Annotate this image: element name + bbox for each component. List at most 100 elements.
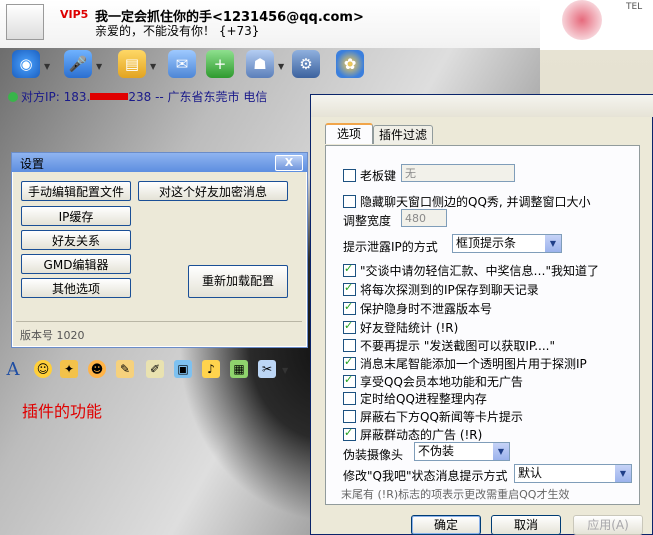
contact-card-icon[interactable]: ☗ — [246, 50, 274, 78]
option-row[interactable]: 将每次探测到的IP保存到聊天记录 — [343, 281, 539, 298]
chevron-down-icon[interactable]: ▼ — [96, 62, 102, 71]
chevron-down-icon[interactable]: ▼ — [278, 62, 284, 71]
scribble-icon[interactable]: ✎ — [116, 360, 134, 378]
restart-note: 末尾有 (!R)标志的项表示更改需重启QQ才生效 — [341, 488, 570, 501]
reload-config-button[interactable]: 重新加载配置 — [188, 265, 288, 298]
boss-key-field[interactable]: 无 — [401, 164, 515, 182]
chat-title-bar: VIP5 我一定会抓住你的手<1231456@qq.com> 亲爱的，不能没有你… — [0, 0, 540, 48]
plugin-window-header — [311, 95, 653, 117]
option-label: 好友登陆统计 (!R) — [360, 321, 459, 335]
option-row[interactable]: 定时给QQ进程整理内存 — [343, 390, 487, 407]
option-row[interactable]: 保护隐身时不泄露版本号 — [343, 300, 492, 317]
hide-qqshow-checkbox[interactable]: 隐藏聊天窗口侧边的QQ秀, 并调整窗口大小 — [343, 193, 591, 210]
chevron-down-icon[interactable]: ▼ — [493, 443, 509, 460]
encrypt-message-button[interactable]: 对这个好友加密消息 — [138, 181, 288, 201]
checkbox[interactable] — [343, 392, 356, 405]
font-icon[interactable]: A — [4, 359, 22, 380]
magic-emoticon-icon[interactable]: ✦ — [60, 360, 78, 378]
boss-key-checkbox[interactable]: 老板键 — [343, 167, 396, 184]
boss-key-label: 老板键 — [360, 169, 397, 183]
ip-leak-select[interactable]: 框顶提示条 ▼ — [452, 234, 562, 253]
close-icon[interactable]: X — [275, 155, 303, 171]
chevron-down-icon[interactable]: ▼ — [44, 62, 50, 71]
option-label: 保护隐身时不泄露版本号 — [360, 302, 493, 316]
apply-button[interactable]: 应用(A) — [573, 515, 643, 535]
ip-cache-button[interactable]: IP缓存 — [21, 206, 131, 226]
plugin-function-label: 插件的功能 — [22, 402, 103, 421]
settings-title-bar: 设置 X — [12, 153, 307, 172]
option-row[interactable]: 消息末尾智能添加一个透明图片用于探测IP — [343, 355, 587, 372]
option-label: 享受QQ会员本地功能和无广告 — [360, 375, 523, 389]
chevron-down-icon[interactable]: ▼ — [615, 465, 631, 482]
cancel-button[interactable]: 取消 — [491, 515, 561, 535]
gmd-editor-button[interactable]: GMD编辑器 — [21, 254, 131, 274]
checkbox[interactable] — [343, 426, 356, 441]
picture-icon[interactable]: ▣ — [174, 360, 192, 378]
divider — [16, 321, 302, 322]
option-label: 消息末尾智能添加一个透明图片用于探测IP — [360, 357, 587, 371]
checkbox[interactable] — [343, 373, 356, 388]
settings-gear-icon[interactable]: ⚙ — [292, 50, 320, 78]
other-options-button[interactable]: 其他选项 — [21, 278, 131, 298]
manual-edit-config-button[interactable]: 手动编辑配置文件 — [21, 181, 131, 201]
online-status-icon — [8, 92, 18, 102]
option-row[interactable]: 不要再提示 "发送截图可以获取IP...." — [343, 337, 555, 354]
checkbox[interactable] — [343, 410, 356, 423]
option-label: "交谈中请勿轻信汇款、中奖信息…"我知道了 — [360, 264, 600, 278]
chat-toolbar: ◉ ▼ 🎤 ▼ ▤ ▼ ✉ + ☗ ▼ ⚙ ✿ — [0, 48, 540, 84]
status-prompt-select[interactable]: 默认 ▼ — [514, 464, 632, 483]
video-call-icon[interactable]: ◉ — [12, 50, 40, 78]
contact-signature: 亲爱的，不能没有你！ {+73} — [95, 24, 260, 38]
checkbox[interactable] — [343, 281, 356, 296]
checkbox[interactable] — [343, 339, 356, 352]
chevron-down-icon[interactable]: ▼ — [545, 235, 561, 252]
option-label: 屏蔽群动态的广告 (!R) — [360, 428, 483, 442]
checkbox[interactable] — [343, 262, 356, 277]
peer-ip-suffix: 238 -- 广东省东莞市 电信 — [128, 90, 268, 104]
vip-badge: VIP5 — [60, 8, 89, 21]
checkbox[interactable] — [343, 355, 356, 370]
version-value: 1020 — [56, 329, 85, 342]
chevron-down-icon[interactable]: ▼ — [282, 366, 288, 375]
avatar[interactable] — [6, 4, 44, 40]
option-row[interactable]: 好友登陆统计 (!R) — [343, 319, 458, 336]
hide-qqshow-label: 隐藏聊天窗口侧边的QQ秀, 并调整窗口大小 — [360, 195, 591, 209]
option-label: 将每次探测到的IP保存到聊天记录 — [360, 283, 539, 297]
adjust-width-field[interactable]: 480 — [401, 209, 447, 227]
option-row[interactable]: 屏蔽群动态的广告 (!R) — [343, 426, 482, 443]
screenshot-icon[interactable]: ✂ — [258, 360, 276, 378]
draw-icon[interactable]: ✐ — [146, 360, 164, 378]
option-label: 屏蔽右下方QQ新闻等卡片提示 — [360, 410, 523, 424]
checkbox[interactable] — [343, 319, 356, 334]
option-row[interactable]: 屏蔽右下方QQ新闻等卡片提示 — [343, 408, 523, 425]
redacted-ip-mark — [90, 93, 129, 100]
music-icon[interactable]: ♪ — [202, 360, 220, 378]
checkbox[interactable] — [343, 195, 356, 208]
adjust-width-label: 调整宽度 — [343, 214, 392, 228]
app-center-icon[interactable]: ✿ — [336, 50, 364, 78]
chevron-down-icon[interactable]: ▼ — [150, 62, 156, 71]
checkbox[interactable] — [343, 169, 356, 182]
background-text: TEL — [626, 2, 643, 12]
fake-camera-value: 不伪装 — [418, 444, 455, 458]
voice-call-icon[interactable]: 🎤 — [64, 50, 92, 78]
ok-button[interactable]: 确定 — [411, 515, 481, 535]
mail-icon[interactable]: ✉ — [168, 50, 196, 78]
format-toolbar: A ☺ ✦ ☻ ✎ ✐ ▣ ♪ ▦ ✂ ▼ — [0, 356, 310, 382]
tab-options[interactable]: 选项 — [325, 123, 373, 144]
fake-camera-select[interactable]: 不伪装 ▼ — [414, 442, 510, 461]
peer-ip-line: 对方IP: 183. 238 -- 广东省东莞市 电信 — [8, 88, 267, 105]
settings-title: 设置 — [20, 157, 45, 171]
emoticon-icon[interactable]: ☺ — [34, 360, 52, 378]
background-decoration — [562, 0, 602, 40]
tab-plugin-filter[interactable]: 插件过滤 — [373, 125, 433, 144]
checkbox[interactable] — [343, 300, 356, 315]
add-app-icon[interactable]: + — [206, 50, 234, 78]
gift-icon[interactable]: ▦ — [230, 360, 248, 378]
shake-icon[interactable]: ☻ — [88, 360, 106, 378]
option-row[interactable]: "交谈中请勿轻信汇款、中奖信息…"我知道了 — [343, 262, 599, 279]
option-row[interactable]: 享受QQ会员本地功能和无广告 — [343, 373, 523, 390]
send-file-icon[interactable]: ▤ — [118, 50, 146, 78]
friend-relations-button[interactable]: 好友关系 — [21, 230, 131, 250]
option-label: 不要再提示 "发送截图可以获取IP...." — [360, 339, 556, 353]
